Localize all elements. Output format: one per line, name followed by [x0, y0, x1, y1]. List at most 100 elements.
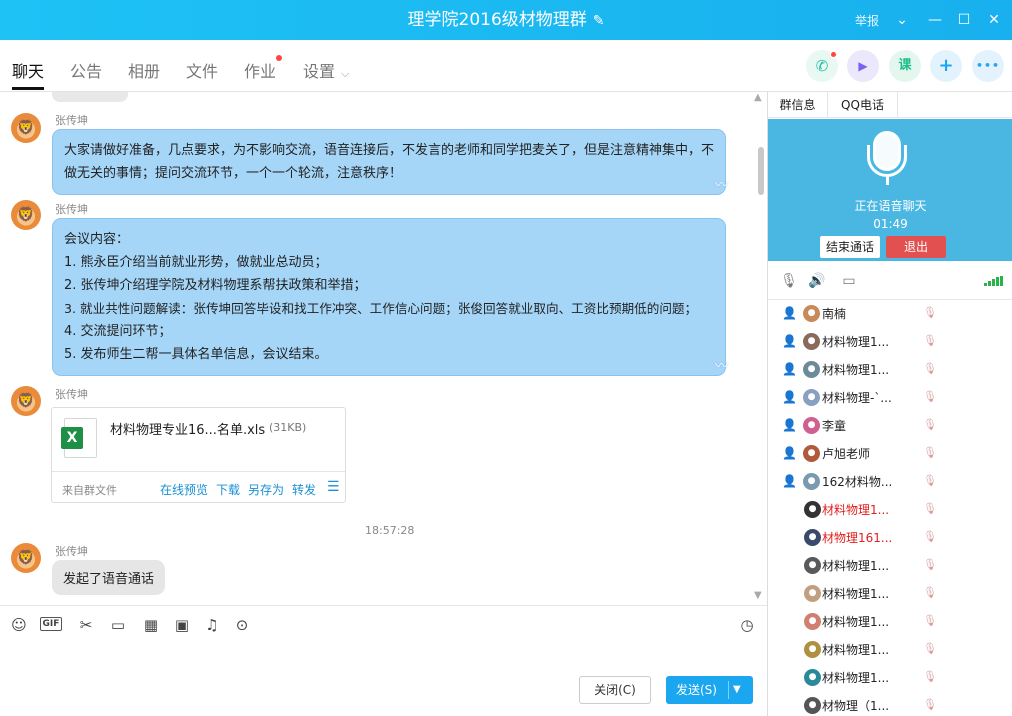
member-row[interactable]: ● 材物理（1... 🎙: [768, 692, 1012, 716]
bell-icon[interactable]: ♫: [201, 615, 223, 635]
avatar[interactable]: ●: [803, 389, 820, 406]
camera-off-icon[interactable]: ▭: [840, 272, 858, 290]
avatar[interactable]: ●: [804, 613, 821, 630]
member-role-icon: 👤: [782, 362, 797, 376]
member-row[interactable]: ● 材料物理1... 🎙: [768, 636, 1012, 664]
more-icon[interactable]: •••: [972, 50, 1004, 82]
maximize-icon[interactable]: ☐: [952, 8, 976, 32]
member-row[interactable]: ● 材料物理1... 🎙: [768, 580, 1012, 608]
image-icon[interactable]: ▣: [171, 615, 193, 635]
exit-call-button[interactable]: 退出: [886, 236, 946, 258]
file-name[interactable]: 材料物理专业16...名单.xls: [110, 419, 265, 438]
avatar[interactable]: ●: [804, 697, 821, 714]
input-area[interactable]: ☺ GIF ✂ ▭ ▦ ▣ ♫ ⊙ ◷ 关闭(C) 发送(S) ▼: [0, 605, 767, 716]
member-row[interactable]: 👤 ● 162材料物... 🎙: [768, 468, 1012, 496]
member-row[interactable]: ● 材物理161... 🎙: [768, 524, 1012, 552]
member-row[interactable]: ● 材料物理1... 🎙: [768, 552, 1012, 580]
scroll-down-icon[interactable]: ▼: [754, 590, 762, 601]
minimize-icon[interactable]: —: [923, 8, 947, 32]
avatar[interactable]: 🦁: [11, 200, 41, 230]
message-bubble[interactable]: 大家请做好准备，几点要求，为不影响交流，语音连接后，不发言的老师和同学把麦关了，…: [52, 129, 728, 195]
preview-online-link[interactable]: 在线预览: [160, 481, 208, 498]
avatar[interactable]: ●: [803, 445, 820, 462]
member-row[interactable]: 👤 ● 材料物理1... 🎙: [768, 328, 1012, 356]
tab-homework[interactable]: 作业: [244, 55, 283, 82]
folder-icon[interactable]: ▭: [107, 615, 129, 635]
member-row[interactable]: 👤 ● 材料物理-`... 🎙: [768, 384, 1012, 412]
avatar[interactable]: ●: [804, 529, 821, 546]
tab-chat[interactable]: 聊天: [12, 58, 45, 90]
avatar[interactable]: ●: [803, 473, 820, 490]
close-button[interactable]: 关闭(C): [579, 676, 651, 704]
member-row[interactable]: 👤 ● 卢旭老师 🎙: [768, 440, 1012, 468]
add-app-icon[interactable]: +: [930, 50, 962, 82]
emoji-icon[interactable]: ☺: [8, 615, 30, 635]
member-row[interactable]: ● 材料物理1... 🎙: [768, 664, 1012, 692]
avatar[interactable]: 🦁: [11, 543, 41, 573]
mic-muted-icon[interactable]: 🎙: [780, 272, 798, 290]
report-link[interactable]: 举报: [855, 12, 879, 29]
avatar[interactable]: ●: [804, 641, 821, 658]
avatar[interactable]: ●: [803, 417, 820, 434]
message-bubble[interactable]: 发起了语音通话: [52, 560, 166, 595]
lesson-icon[interactable]: 课: [889, 50, 921, 82]
phone-call-icon[interactable]: ✆: [806, 50, 838, 82]
font-style-icon[interactable]: ▦: [140, 615, 162, 635]
chevron-down-icon: ⌵: [341, 67, 350, 80]
message-line: 1. 熊永臣介绍当前就业形势，做就业总动员；: [64, 255, 328, 270]
chevron-down-icon[interactable]: ▼: [733, 676, 741, 704]
voice-call-panel: 正在语音聊天 01:49 结束通话 退出: [768, 119, 1012, 261]
tab-bar: 聊天 公告 相册 文件 作业 设置 ⌵ ✆ ▶ 课 + •••: [0, 40, 1012, 92]
panel-tabs: 群信息 QQ电话: [768, 92, 1012, 118]
pencil-icon[interactable]: ✎: [593, 1, 605, 41]
menu-icon[interactable]: ☰: [327, 479, 340, 495]
chat-area[interactable]: ▲ ▼ 🦁 张传坤 大家请做好准备，几点要求，为不影响交流，语音连接后，不发言的…: [0, 92, 767, 605]
avatar[interactable]: ●: [803, 305, 820, 322]
bubble-decoration-icon: 〰: [714, 178, 728, 193]
avatar[interactable]: ●: [804, 585, 821, 602]
mic-muted-icon: 🎙: [923, 530, 937, 543]
call-duration: 01:49: [873, 217, 908, 231]
tab-group-info[interactable]: 群信息: [768, 92, 828, 118]
member-row[interactable]: 👤 ● 李童 🎙: [768, 412, 1012, 440]
avatar[interactable]: 🦁: [11, 386, 41, 416]
avatar[interactable]: ●: [804, 669, 821, 686]
close-icon[interactable]: ✕: [982, 8, 1006, 32]
save-as-link[interactable]: 另存为: [248, 481, 284, 498]
tab-album[interactable]: 相册: [128, 58, 160, 82]
history-clock-icon[interactable]: ◷: [736, 615, 758, 635]
gif-icon[interactable]: GIF: [40, 617, 62, 631]
member-row[interactable]: ● 材料物理1... 🎙: [768, 608, 1012, 636]
mic-muted-icon: 🎙: [923, 698, 937, 711]
tab-announcement[interactable]: 公告: [70, 58, 102, 82]
end-call-button[interactable]: 结束通话: [820, 236, 880, 258]
download-link[interactable]: 下载: [216, 481, 240, 498]
speaker-icon[interactable]: 🔊: [808, 272, 826, 290]
microphone-icon-arc: [867, 145, 907, 177]
tab-files[interactable]: 文件: [186, 58, 218, 82]
member-row[interactable]: ● 材料物理1... 🎙: [768, 496, 1012, 524]
avatar[interactable]: ●: [804, 557, 821, 574]
avatar[interactable]: ●: [803, 361, 820, 378]
video-call-icon[interactable]: ▶: [847, 50, 879, 82]
chevron-down-icon[interactable]: ⌄: [890, 8, 914, 32]
member-row[interactable]: 👤 ● 南楠 🎙: [768, 300, 1012, 328]
avatar[interactable]: ●: [804, 501, 821, 518]
mic-muted-icon: 🎙: [923, 502, 937, 515]
more-options-icon[interactable]: ⊙: [231, 615, 253, 635]
message-bubble[interactable]: 会议内容： 1. 熊永臣介绍当前就业形势，做就业总动员； 2. 张传坤介绍理学院…: [52, 218, 728, 376]
avatar[interactable]: ●: [803, 333, 820, 350]
file-card[interactable]: X 材料物理专业16...名单.xls (31KB) 来自群文件 在线预览 下载…: [51, 407, 346, 503]
message-line: 5. 发布师生二帮一具体名单信息，会议结束。: [64, 347, 328, 362]
scroll-up-icon[interactable]: ▲: [754, 92, 762, 103]
scrollbar-thumb[interactable]: [758, 147, 764, 195]
forward-link[interactable]: 转发: [292, 481, 316, 498]
member-name: 李童: [822, 419, 847, 433]
send-button[interactable]: 发送(S) ▼: [666, 676, 753, 704]
member-row[interactable]: 👤 ● 材料物理1... 🎙: [768, 356, 1012, 384]
tab-qq-call[interactable]: QQ电话: [828, 92, 898, 118]
title-bar: 理学院2016级材物理群 ✎ 举报 ⌄ — ☐ ✕: [0, 0, 1012, 40]
scissors-icon[interactable]: ✂: [75, 615, 97, 635]
tab-settings[interactable]: 设置 ⌵: [303, 58, 349, 82]
avatar[interactable]: 🦁: [11, 113, 41, 143]
